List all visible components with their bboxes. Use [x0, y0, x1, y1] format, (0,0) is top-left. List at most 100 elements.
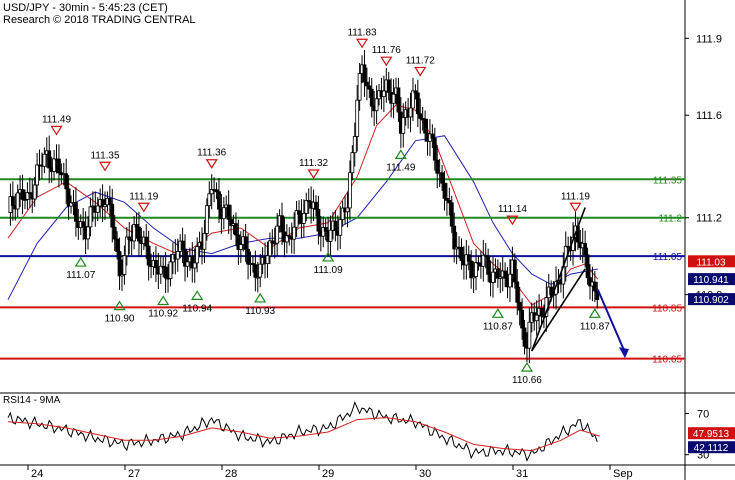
swing-low-label: 111.49 — [386, 162, 416, 173]
candle-body — [301, 212, 306, 224]
swing-high-label: 111.14 — [498, 204, 528, 215]
swing-low-label: 111.09 — [314, 265, 344, 276]
swing-high-label: 111.19 — [129, 191, 159, 202]
candle-body — [401, 117, 406, 134]
copyright-text: Research © 2018 TRADING CENTRAL — [3, 14, 196, 26]
candle-body — [115, 238, 120, 252]
candle-body — [180, 240, 185, 250]
swing-low-label: 111.07 — [66, 270, 96, 281]
candle-body — [391, 93, 396, 104]
x-tick-label: 31 — [516, 468, 528, 480]
candle-body — [333, 220, 338, 232]
candle-body — [522, 327, 527, 347]
candle-body — [355, 99, 360, 137]
candle-body — [527, 321, 532, 349]
candle-body — [253, 264, 258, 278]
y-tick-label: 111.9 — [696, 33, 722, 45]
candle-body — [42, 153, 47, 167]
candle-body — [423, 118, 428, 134]
swing-high-label: 111.83 — [347, 27, 377, 38]
candle-body — [534, 314, 539, 322]
x-tick-label: 28 — [225, 468, 237, 480]
candle-body — [362, 64, 367, 83]
candle-body — [435, 159, 440, 174]
candle-body — [246, 248, 250, 265]
candle-body — [15, 192, 20, 210]
candle-body — [52, 158, 56, 172]
candle-body — [35, 164, 39, 186]
candle-body — [592, 281, 597, 292]
candle-body — [137, 226, 141, 242]
candle-body — [144, 236, 149, 247]
candle-body — [396, 87, 401, 113]
candle-body — [314, 201, 318, 210]
candle-body — [258, 263, 263, 278]
candle-body — [304, 200, 309, 214]
candle-body — [195, 246, 200, 264]
candle-body — [352, 136, 357, 154]
candle-body — [154, 260, 158, 269]
candle-body — [585, 254, 590, 279]
candle-body — [207, 193, 212, 207]
candle-body — [221, 207, 226, 220]
candle-body — [107, 197, 112, 205]
candle-body — [86, 226, 90, 240]
chart-background — [0, 0, 735, 480]
candle-body — [110, 203, 115, 228]
candle-body — [442, 182, 447, 199]
swing-low-label: 110.66 — [512, 375, 542, 386]
candle-body — [185, 261, 190, 267]
candle-body — [328, 229, 333, 242]
candle-body — [508, 273, 512, 288]
candle-body — [367, 85, 372, 90]
swing-high-label: 111.32 — [299, 158, 329, 169]
candle-body — [297, 210, 301, 215]
candle-body — [486, 255, 491, 275]
candle-body — [430, 133, 435, 139]
swing-low-label: 110.92 — [148, 308, 178, 319]
candle-body — [81, 221, 86, 227]
candle-body — [503, 270, 508, 279]
candle-body — [583, 242, 588, 256]
candle-body — [146, 245, 151, 266]
candle-body — [64, 173, 69, 190]
candle-body — [175, 251, 180, 260]
x-tick-label: 30 — [419, 468, 431, 480]
candle-body — [238, 244, 243, 250]
candle-body — [95, 205, 100, 213]
rsi-badge-label: 47.9513 — [693, 429, 730, 440]
candle-body — [520, 309, 524, 329]
candle-body — [275, 225, 280, 244]
price-badge-label: 110.941 — [693, 275, 729, 286]
level-label: 110.85 — [652, 303, 682, 314]
candle-body — [292, 226, 297, 240]
candle-body — [369, 88, 374, 107]
candle-body — [357, 73, 362, 101]
candle-body — [515, 281, 520, 303]
candle-body — [348, 172, 352, 209]
level-label: 111.35 — [653, 175, 683, 186]
swing-low-label: 110.87 — [580, 321, 610, 332]
rsi-title: RSI14 - 9MA — [3, 395, 61, 406]
level-label: 111.2 — [658, 214, 682, 225]
swing-high-label: 111.19 — [561, 191, 591, 202]
candle-body — [512, 259, 517, 283]
x-tick-label: 29 — [322, 468, 334, 480]
candle-body — [323, 227, 328, 232]
candle-body — [459, 246, 464, 262]
candle-body — [415, 92, 420, 115]
candle-body — [117, 251, 122, 277]
price-badge-label: 110.902 — [693, 295, 729, 306]
swing-low-label: 110.87 — [483, 321, 513, 332]
candle-body — [168, 261, 173, 280]
candle-body — [418, 113, 423, 119]
candle-body — [20, 189, 25, 200]
candle-body — [381, 90, 386, 97]
y-tick-label: 111.2 — [696, 213, 722, 225]
candle-body — [265, 255, 270, 264]
level-label: 110.65 — [652, 355, 682, 366]
candle-body — [112, 226, 117, 240]
candle-body — [411, 90, 415, 109]
price-badge-label: 111.03 — [696, 257, 726, 268]
candle-body — [469, 260, 474, 279]
